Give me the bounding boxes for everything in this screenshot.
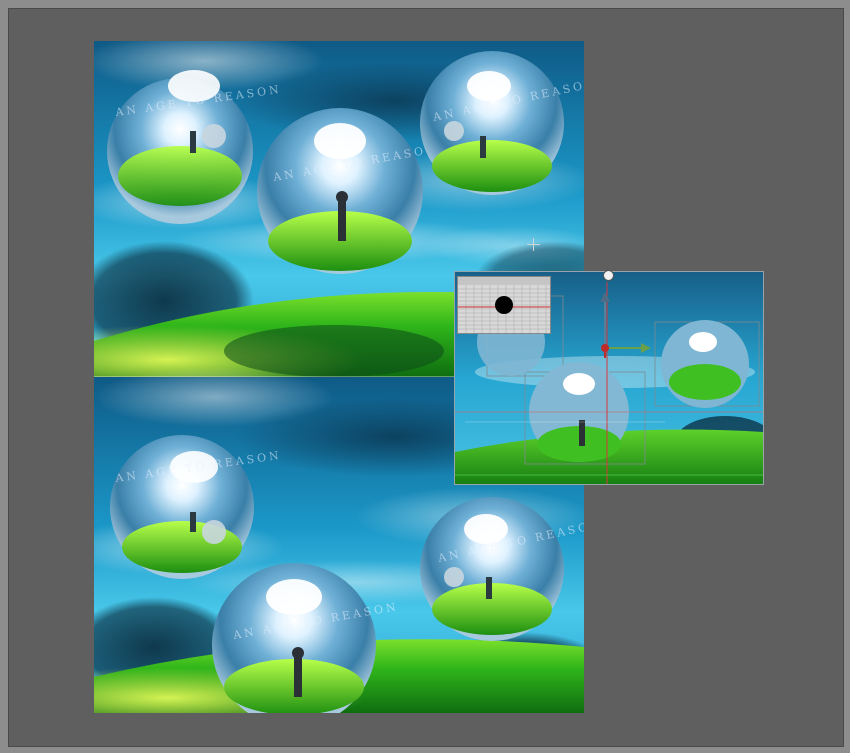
- navigator-position-marker[interactable]: [495, 296, 513, 314]
- application-window: AN AGE TO REASON AN AGE TO REASON AN AGE…: [0, 0, 850, 753]
- crosshair-cursor-icon: [527, 238, 540, 251]
- navigator-grid: [458, 277, 550, 333]
- 3d-preview-window[interactable]: [454, 271, 764, 485]
- navigator-thumbnail[interactable]: [457, 276, 551, 334]
- close-icon[interactable]: [603, 270, 614, 281]
